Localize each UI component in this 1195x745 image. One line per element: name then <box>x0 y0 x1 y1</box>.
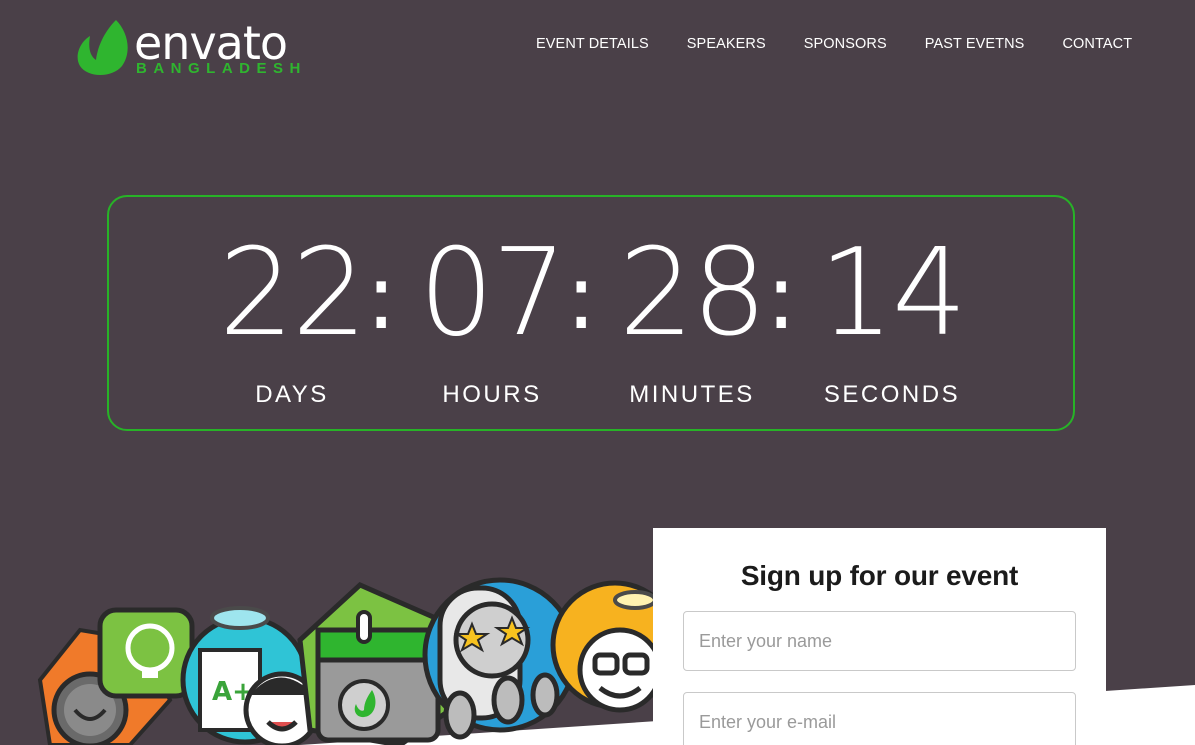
name-input[interactable] <box>683 611 1076 671</box>
signup-title: Sign up for our event <box>740 560 1019 591</box>
halo-icon: A+ <box>180 606 321 745</box>
lightbulb-icon <box>97 607 195 699</box>
signup-form: Sign up for our event <box>653 528 1106 745</box>
email-input[interactable] <box>683 692 1076 745</box>
glasses-icon <box>550 580 660 713</box>
mascot-illustration: A+ <box>37 577 660 745</box>
